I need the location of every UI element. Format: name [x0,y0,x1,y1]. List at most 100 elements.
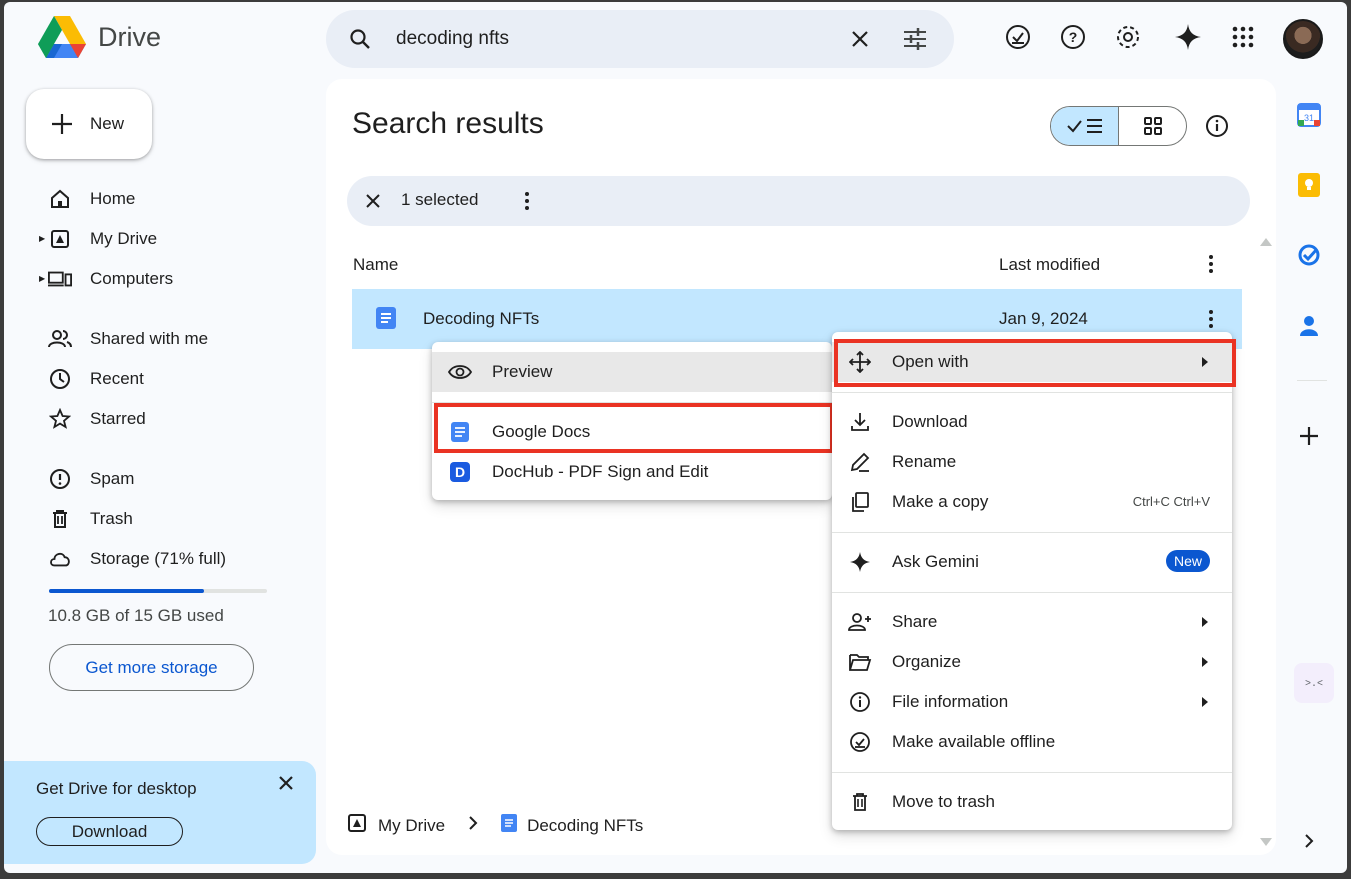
desktop-promo-banner: Get Drive for desktop Download [4,761,316,864]
sidebar-item-starred[interactable]: Starred [48,404,146,434]
menu-item-label: Make available offline [892,732,1056,751]
search-input[interactable] [396,24,816,54]
offline-check-icon [848,730,872,754]
column-header-last-modified[interactable]: Last modified [999,255,1100,275]
menu-item-file-information[interactable]: File information [832,682,1232,722]
calendar-icon[interactable]: 31 [1294,100,1324,130]
people-icon [48,327,72,351]
download-icon [848,410,872,434]
keyboard-shortcut: Ctrl+C Ctrl+V [1132,494,1210,509]
menu-item-ask-gemini[interactable]: Ask Gemini New [832,542,1232,582]
sidebar-item-home[interactable]: Home [48,184,135,214]
chevron-right-icon [467,815,479,836]
account-avatar[interactable] [1283,19,1323,59]
row-more-actions-icon[interactable] [1199,307,1223,334]
expand-my-drive-icon[interactable]: ▶ [39,234,45,243]
menu-divider [832,592,1232,593]
menu-item-make-available-offline[interactable]: Make available offline [832,722,1232,762]
search-options-icon[interactable] [902,27,928,54]
sidebar-item-label: Spam [90,469,135,488]
sidebar-item-label: My Drive [90,229,158,248]
tasks-icon[interactable] [1294,240,1324,270]
menu-item-rename[interactable]: Rename [832,442,1232,482]
sidebar-item-label: Starred [90,409,146,428]
submenu-arrow-icon [1202,657,1208,667]
sidebar-item-label: Recent [90,369,144,388]
trash-icon [848,790,872,814]
column-header-name[interactable]: Name [353,255,398,275]
breadcrumb: My Drive Decoding NFTs [346,812,643,839]
extension-icon[interactable]: >.< [1294,663,1334,703]
sidebar-item-spam[interactable]: Spam [48,464,134,494]
selection-toolbar: 1 selected [347,176,1250,226]
storage-usage-bar [49,589,267,593]
menu-item-label: Rename [892,452,957,471]
menu-item-move-to-trash[interactable]: Move to trash [832,782,1232,822]
menu-item-download[interactable]: Download [832,402,1232,442]
breadcrumb-file[interactable]: Decoding NFTs [527,816,643,836]
file-context-menu: Open with Download Rename Make a copy Ct… [832,332,1232,830]
contacts-icon[interactable] [1294,310,1324,340]
new-button[interactable]: New [26,89,152,159]
share-person-add-icon [848,610,872,634]
help-icon[interactable]: ? [1058,22,1088,52]
close-icon[interactable] [274,771,298,798]
expand-computers-icon[interactable]: ▶ [39,274,45,283]
search-icon[interactable] [348,27,372,54]
clear-search-icon[interactable] [848,27,872,54]
gemini-icon[interactable] [1173,22,1203,52]
menu-item-make-copy[interactable]: Make a copy Ctrl+C Ctrl+V [832,482,1232,522]
menu-item-label: Preview [492,362,553,381]
menu-item-organize[interactable]: Organize [832,642,1232,682]
open-with-highlight [834,339,1236,387]
my-drive-icon [346,812,368,839]
info-icon[interactable] [1204,113,1230,142]
file-name: Decoding NFTs [423,309,540,328]
drive-logo[interactable]: Drive [38,16,161,58]
sidebar-item-label: Home [90,189,136,208]
apps-grid-icon[interactable] [1228,22,1258,52]
download-desktop-button[interactable]: Download [36,817,183,846]
cloud-icon [48,547,72,571]
get-more-storage-button[interactable]: Get more storage [49,644,254,691]
drive-window: Drive ? New Home ▶ My [4,2,1347,873]
menu-item-preview[interactable]: Preview [432,352,832,392]
view-toggle[interactable] [1050,106,1187,146]
menu-item-share[interactable]: Share [832,602,1232,642]
sidebar-item-my-drive[interactable]: My Drive [48,224,157,254]
menu-item-label: File information [892,692,1009,711]
menu-item-label: Download [892,412,968,431]
scroll-down-arrow[interactable] [1260,838,1272,846]
menu-item-dochub[interactable]: D DocHub - PDF Sign and Edit [432,452,832,492]
sidebar-item-shared-with-me[interactable]: Shared with me [48,324,208,354]
more-actions-icon[interactable] [515,189,539,216]
page-title: Search results [352,107,544,140]
settings-gear-icon[interactable] [1113,22,1143,52]
column-options-icon[interactable] [1199,252,1223,279]
breadcrumb-root[interactable]: My Drive [378,816,445,836]
search-bar[interactable] [326,10,954,68]
add-addon-icon[interactable] [1294,421,1324,451]
spam-icon [48,467,72,491]
sidebar-item-recent[interactable]: Recent [48,364,144,394]
clear-selection-icon[interactable] [361,189,385,216]
menu-divider [832,772,1232,773]
promo-title: Get Drive for desktop [36,779,197,798]
sidebar-item-computers[interactable]: Computers [48,264,173,294]
grid-view-button[interactable] [1119,107,1186,145]
chevron-right-icon[interactable] [1294,826,1324,856]
gemini-icon [848,550,872,574]
list-view-button[interactable] [1051,107,1119,145]
plus-icon [52,114,72,134]
sidebar-item-trash[interactable]: Trash [48,504,133,534]
keep-icon[interactable] [1294,170,1324,200]
menu-item-label: Make a copy [892,492,989,511]
sidebar-item-label: Trash [90,509,133,528]
scroll-up-arrow[interactable] [1260,238,1272,246]
submenu-arrow-icon [1202,617,1208,627]
sidebar-item-label: Storage (71% full) [90,549,227,568]
grid-icon [1143,117,1162,135]
offline-status-icon[interactable] [1003,22,1033,52]
clock-icon [48,367,72,391]
sidebar-item-storage[interactable]: Storage (71% full) [48,544,226,574]
